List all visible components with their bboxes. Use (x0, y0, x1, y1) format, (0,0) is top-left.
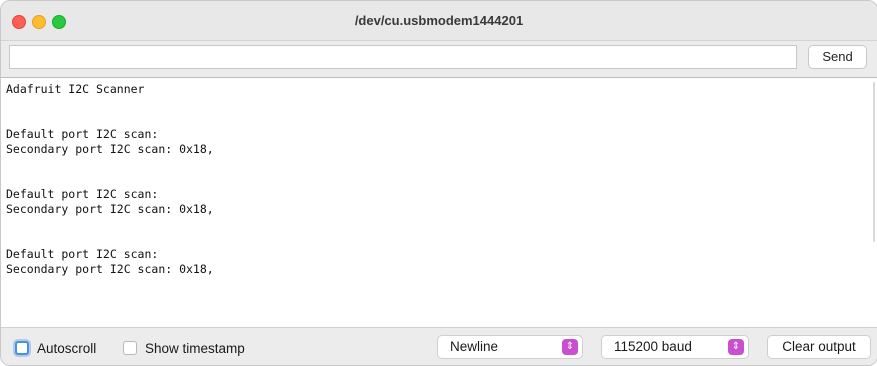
output-line: Secondary port I2C scan: 0x18, (6, 142, 214, 156)
serial-input[interactable] (9, 45, 797, 69)
output-line: Secondary port I2C scan: 0x18, (6, 202, 214, 216)
autoscroll-checkbox[interactable] (15, 341, 29, 355)
output-line: Secondary port I2C scan: 0x18, (6, 262, 214, 276)
send-row: Send (1, 41, 877, 75)
send-button[interactable]: Send (808, 45, 867, 69)
timestamp-checkbox[interactable] (123, 341, 137, 355)
baud-rate-value: 115200 baud (614, 339, 692, 354)
timestamp-label: Show timestamp (145, 340, 245, 356)
bottom-toolbar: Autoscroll Show timestamp Newline ⇕ 1152… (1, 328, 877, 365)
output-line: Adafruit I2C Scanner (6, 82, 145, 96)
clear-output-button[interactable]: Clear output (767, 335, 871, 359)
output-line: Default port I2C scan: (6, 187, 159, 201)
chevron-up-down-icon: ⇕ (562, 339, 578, 355)
line-ending-value: Newline (450, 339, 499, 354)
serial-output[interactable]: Adafruit I2C Scanner Default port I2C sca… (1, 77, 877, 328)
autoscroll-toggle[interactable]: Autoscroll (15, 340, 96, 356)
output-scrollbar[interactable] (873, 82, 875, 242)
serial-monitor-window: /dev/cu.usbmodem1444201 Send Adafruit I2… (0, 0, 877, 366)
autoscroll-label: Autoscroll (37, 340, 97, 356)
line-ending-select[interactable]: Newline ⇕ (437, 335, 583, 359)
chevron-up-down-icon: ⇕ (728, 339, 744, 355)
output-line: Default port I2C scan: (6, 127, 159, 141)
output-line: Default port I2C scan: (6, 247, 159, 261)
baud-rate-select[interactable]: 115200 baud ⇕ (601, 335, 749, 359)
window-title: /dev/cu.usbmodem1444201 (354, 13, 524, 28)
output-lines: Adafruit I2C Scanner Default port I2C sca… (1, 78, 877, 277)
timestamp-toggle[interactable]: Show timestamp (123, 340, 245, 356)
title-bar: /dev/cu.usbmodem1444201 (1, 1, 877, 41)
